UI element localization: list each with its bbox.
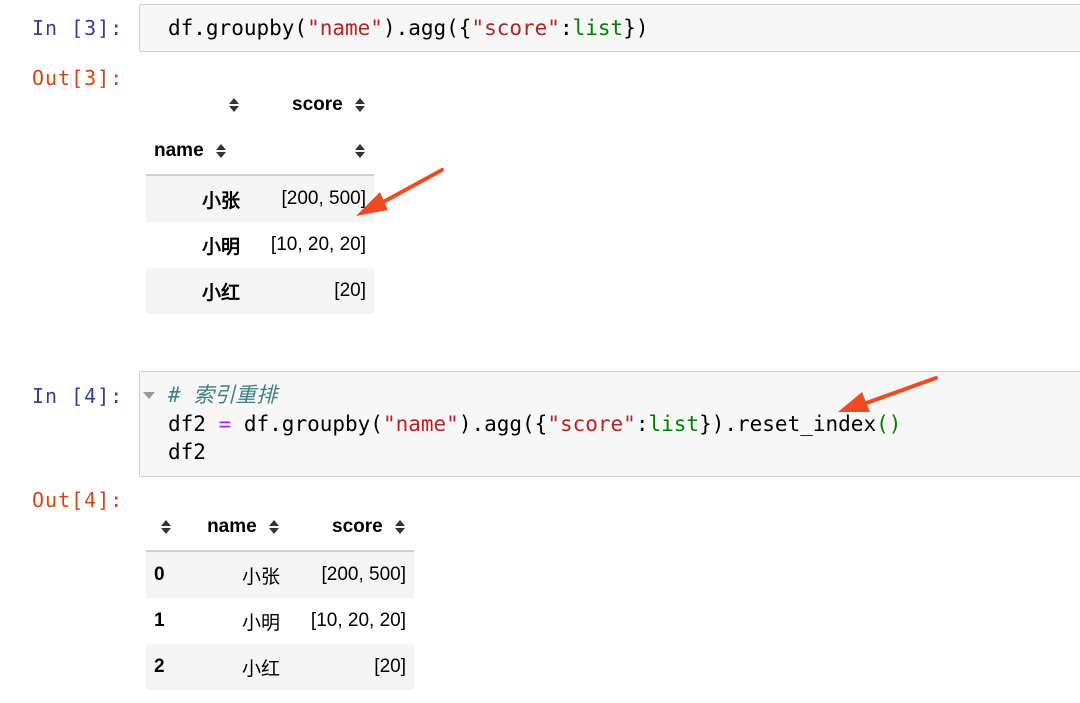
row-index: 1 [154, 610, 165, 631]
cell-score: [10, 20, 20] [270, 234, 366, 255]
sort-icon[interactable] [228, 97, 240, 113]
sort-icon[interactable] [215, 143, 227, 159]
row-index: 小红 [201, 282, 240, 304]
cell-3-dataframe: score name 小张 [200, 500] 小明 [10, 20, 20]… [146, 82, 374, 314]
cell-3-out-prompt: Out[3]: [32, 66, 124, 90]
index-header-blank[interactable] [146, 504, 192, 551]
column-header-score[interactable]: score [248, 82, 374, 128]
collapse-icon[interactable] [143, 392, 155, 399]
row-index: 小张 [201, 190, 240, 212]
cell-score: [200, 500] [321, 564, 406, 585]
table-row: 小红 [20] [146, 268, 374, 314]
column-header-score-label: score [332, 516, 383, 537]
table-row: 0 小张 [200, 500] [146, 551, 414, 598]
column-header-score[interactable]: score [288, 504, 414, 551]
cell-4-in-prompt: In [4]: [32, 384, 124, 408]
sort-icon[interactable] [354, 97, 366, 113]
table-row: 小明 [10, 20, 20] [146, 222, 374, 268]
cell-name: 小明 [241, 612, 280, 634]
index-name-label: name [154, 140, 204, 161]
cell-3-in-prompt: In [3]: [32, 16, 124, 40]
sort-icon[interactable] [354, 143, 366, 159]
cell-score: [10, 20, 20] [310, 610, 406, 631]
column-header-name-label: name [207, 516, 257, 537]
sort-icon[interactable] [268, 519, 280, 535]
cell-name: 小红 [241, 658, 280, 680]
cell-3-input[interactable]: df.groupby("name").agg({"score":list}) [139, 4, 1080, 52]
arrow-annotation-icon [838, 376, 938, 412]
cell-score: [20] [374, 656, 406, 677]
row-index: 0 [154, 564, 165, 585]
cell-4-comment: # 索引重排 [168, 383, 278, 407]
row-index: 小明 [201, 236, 240, 258]
index-name-header[interactable]: name [146, 128, 248, 175]
cell-score: [20] [334, 280, 366, 301]
cell-4-code-line-1: df2 = df.groupby("name").agg({"score":li… [168, 412, 902, 436]
index-header-blank[interactable] [146, 82, 248, 128]
cell-4-out-prompt: Out[4]: [32, 488, 124, 512]
table-row: 小张 [200, 500] [146, 175, 374, 222]
row-index: 2 [154, 656, 165, 677]
arrow-annotation-icon [356, 168, 444, 216]
table-row: 2 小红 [20] [146, 644, 414, 690]
column-header-name[interactable]: name [192, 504, 288, 551]
cell-3-code-line: df.groupby("name").agg({"score":list}) [168, 16, 649, 40]
cell-name: 小张 [241, 566, 280, 588]
cell-4-code-line-2: df2 [168, 440, 206, 464]
table-row: 1 小明 [10, 20, 20] [146, 598, 414, 644]
sort-icon[interactable] [394, 519, 406, 535]
column-header-score-label: score [292, 94, 343, 115]
sort-icon[interactable] [160, 519, 172, 535]
cell-4-dataframe: name score 0 小张 [200, 500] 1 小明 [10, 20,… [146, 504, 414, 690]
